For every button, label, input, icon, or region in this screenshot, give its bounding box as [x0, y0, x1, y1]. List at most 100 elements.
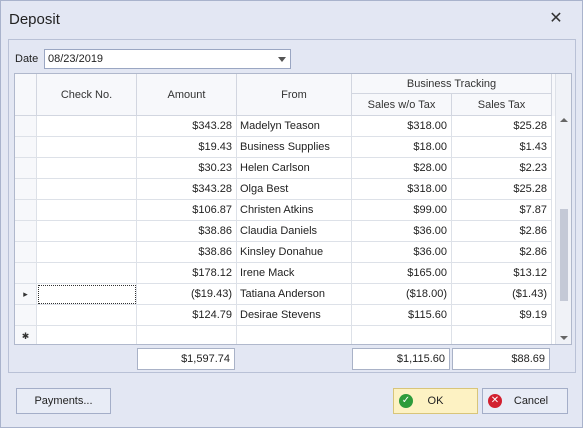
- ok-button[interactable]: ✓ OK: [393, 388, 478, 414]
- scroll-up-icon[interactable]: [560, 118, 568, 122]
- ok-label: OK: [427, 395, 444, 407]
- amount-total: $1,597.74: [137, 348, 235, 370]
- row-indicator: [15, 263, 37, 284]
- from-cell[interactable]: Desirae Stevens: [237, 305, 352, 326]
- sales-wo-tax-cell[interactable]: [352, 326, 452, 344]
- sales-wo-tax-cell[interactable]: $99.00: [352, 200, 452, 221]
- date-field[interactable]: 08/23/2019: [44, 49, 291, 69]
- sales-tax-cell[interactable]: $1.43: [452, 137, 552, 158]
- amount-cell[interactable]: $19.43: [137, 137, 237, 158]
- date-value: 08/23/2019: [48, 53, 104, 65]
- sales-wo-tax-cell[interactable]: $36.00: [352, 221, 452, 242]
- row-indicator: [15, 158, 37, 179]
- from-cell[interactable]: Business Supplies: [237, 137, 352, 158]
- check-no-cell[interactable]: [37, 242, 137, 263]
- check-no-cell[interactable]: [37, 116, 137, 137]
- check-no-cell[interactable]: [37, 305, 137, 326]
- from-cell[interactable]: Helen Carlson: [237, 158, 352, 179]
- amount-cell[interactable]: $30.23: [137, 158, 237, 179]
- amount-cell[interactable]: $178.12: [137, 263, 237, 284]
- check-no-cell[interactable]: [37, 263, 137, 284]
- row-indicator: [15, 200, 37, 221]
- table-row[interactable]: $30.23 Helen Carlson $28.00 $2.23: [15, 158, 555, 179]
- sales-wo-tax-cell[interactable]: $18.00: [352, 137, 452, 158]
- sales-tax-cell[interactable]: $25.28: [452, 116, 552, 137]
- from-cell[interactable]: Christen Atkins: [237, 200, 352, 221]
- from-cell[interactable]: Madelyn Teason: [237, 116, 352, 137]
- row-indicator-header: [15, 74, 37, 116]
- amount-cell[interactable]: $106.87: [137, 200, 237, 221]
- sales-wo-tax-cell[interactable]: $318.00: [352, 116, 452, 137]
- column-header-check[interactable]: Check No.: [37, 74, 137, 116]
- column-header-sales-tax[interactable]: Sales Tax: [452, 94, 552, 116]
- sales-tax-cell[interactable]: $9.19: [452, 305, 552, 326]
- table-row-current[interactable]: ▸ ($19.43) Tatiana Anderson ($18.00) ($1…: [15, 284, 555, 305]
- amount-cell[interactable]: ($19.43): [137, 284, 237, 305]
- grid-header: Check No. Amount From Business Tracking …: [15, 74, 571, 116]
- content-panel: Date 08/23/2019 Check No. Amount From Bu…: [8, 39, 576, 373]
- new-item-row[interactable]: ✱: [15, 326, 555, 344]
- sales-tax-cell[interactable]: ($1.43): [452, 284, 552, 305]
- from-cell[interactable]: Kinsley Donahue: [237, 242, 352, 263]
- chevron-down-icon[interactable]: [278, 57, 286, 62]
- table-row[interactable]: $19.43 Business Supplies $18.00 $1.43: [15, 137, 555, 158]
- from-cell[interactable]: Olga Best: [237, 179, 352, 200]
- check-circle-icon: ✓: [399, 394, 413, 408]
- table-row[interactable]: $343.28 Madelyn Teason $318.00 $25.28: [15, 116, 555, 137]
- row-indicator: [15, 221, 37, 242]
- check-no-cell[interactable]: [37, 137, 137, 158]
- from-cell[interactable]: Irene Mack: [237, 263, 352, 284]
- check-no-cell[interactable]: [37, 200, 137, 221]
- scroll-thumb[interactable]: [560, 209, 568, 301]
- sales-wo-tax-cell[interactable]: $36.00: [352, 242, 452, 263]
- sales-wo-tax-cell[interactable]: $318.00: [352, 179, 452, 200]
- sales-wo-tax-total: $1,115.60: [352, 348, 450, 370]
- sales-wo-tax-cell[interactable]: $165.00: [352, 263, 452, 284]
- sales-tax-cell[interactable]: $2.86: [452, 242, 552, 263]
- column-header-sales-wo-tax[interactable]: Sales w/o Tax: [352, 94, 452, 116]
- check-no-cell[interactable]: [37, 221, 137, 242]
- check-no-cell[interactable]: [37, 158, 137, 179]
- check-no-cell[interactable]: [37, 284, 137, 305]
- check-no-cell[interactable]: [37, 179, 137, 200]
- sales-tax-cell[interactable]: [452, 326, 552, 344]
- from-cell[interactable]: [237, 326, 352, 344]
- column-header-from[interactable]: From: [237, 74, 352, 116]
- new-row-indicator: ✱: [15, 326, 37, 344]
- table-row[interactable]: $106.87 Christen Atkins $99.00 $7.87: [15, 200, 555, 221]
- sales-wo-tax-cell[interactable]: $28.00: [352, 158, 452, 179]
- sales-wo-tax-cell[interactable]: ($18.00): [352, 284, 452, 305]
- from-cell[interactable]: Tatiana Anderson: [237, 284, 352, 305]
- amount-cell[interactable]: $343.28: [137, 116, 237, 137]
- sales-tax-cell[interactable]: $7.87: [452, 200, 552, 221]
- sales-tax-cell[interactable]: $13.12: [452, 263, 552, 284]
- cancel-label: Cancel: [513, 395, 549, 407]
- from-cell[interactable]: Claudia Daniels: [237, 221, 352, 242]
- current-row-indicator: ▸: [15, 284, 37, 305]
- amount-cell[interactable]: $124.79: [137, 305, 237, 326]
- row-indicator: [15, 179, 37, 200]
- table-row[interactable]: $343.28 Olga Best $318.00 $25.28: [15, 179, 555, 200]
- deposit-dialog: Deposit ✕ Date 08/23/2019 Check No. Amou…: [0, 0, 583, 428]
- table-row[interactable]: $38.86 Kinsley Donahue $36.00 $2.86: [15, 242, 555, 263]
- x-circle-icon: ✕: [488, 394, 502, 408]
- amount-cell[interactable]: [137, 326, 237, 344]
- vertical-scrollbar[interactable]: [555, 74, 571, 344]
- sales-tax-cell[interactable]: $25.28: [452, 179, 552, 200]
- cancel-button[interactable]: ✕ Cancel: [482, 388, 568, 414]
- sales-tax-cell[interactable]: $2.23: [452, 158, 552, 179]
- row-indicator: [15, 116, 37, 137]
- sales-wo-tax-cell[interactable]: $115.60: [352, 305, 452, 326]
- check-no-cell[interactable]: [37, 326, 137, 344]
- column-header-amount[interactable]: Amount: [137, 74, 237, 116]
- scroll-down-icon[interactable]: [560, 336, 568, 340]
- close-icon[interactable]: ✕: [548, 10, 564, 28]
- amount-cell[interactable]: $38.86: [137, 221, 237, 242]
- table-row[interactable]: $178.12 Irene Mack $165.00 $13.12: [15, 263, 555, 284]
- amount-cell[interactable]: $38.86: [137, 242, 237, 263]
- sales-tax-cell[interactable]: $2.86: [452, 221, 552, 242]
- payments-button[interactable]: Payments...: [16, 388, 111, 414]
- table-row[interactable]: $124.79 Desirae Stevens $115.60 $9.19: [15, 305, 555, 326]
- table-row[interactable]: $38.86 Claudia Daniels $36.00 $2.86: [15, 221, 555, 242]
- amount-cell[interactable]: $343.28: [137, 179, 237, 200]
